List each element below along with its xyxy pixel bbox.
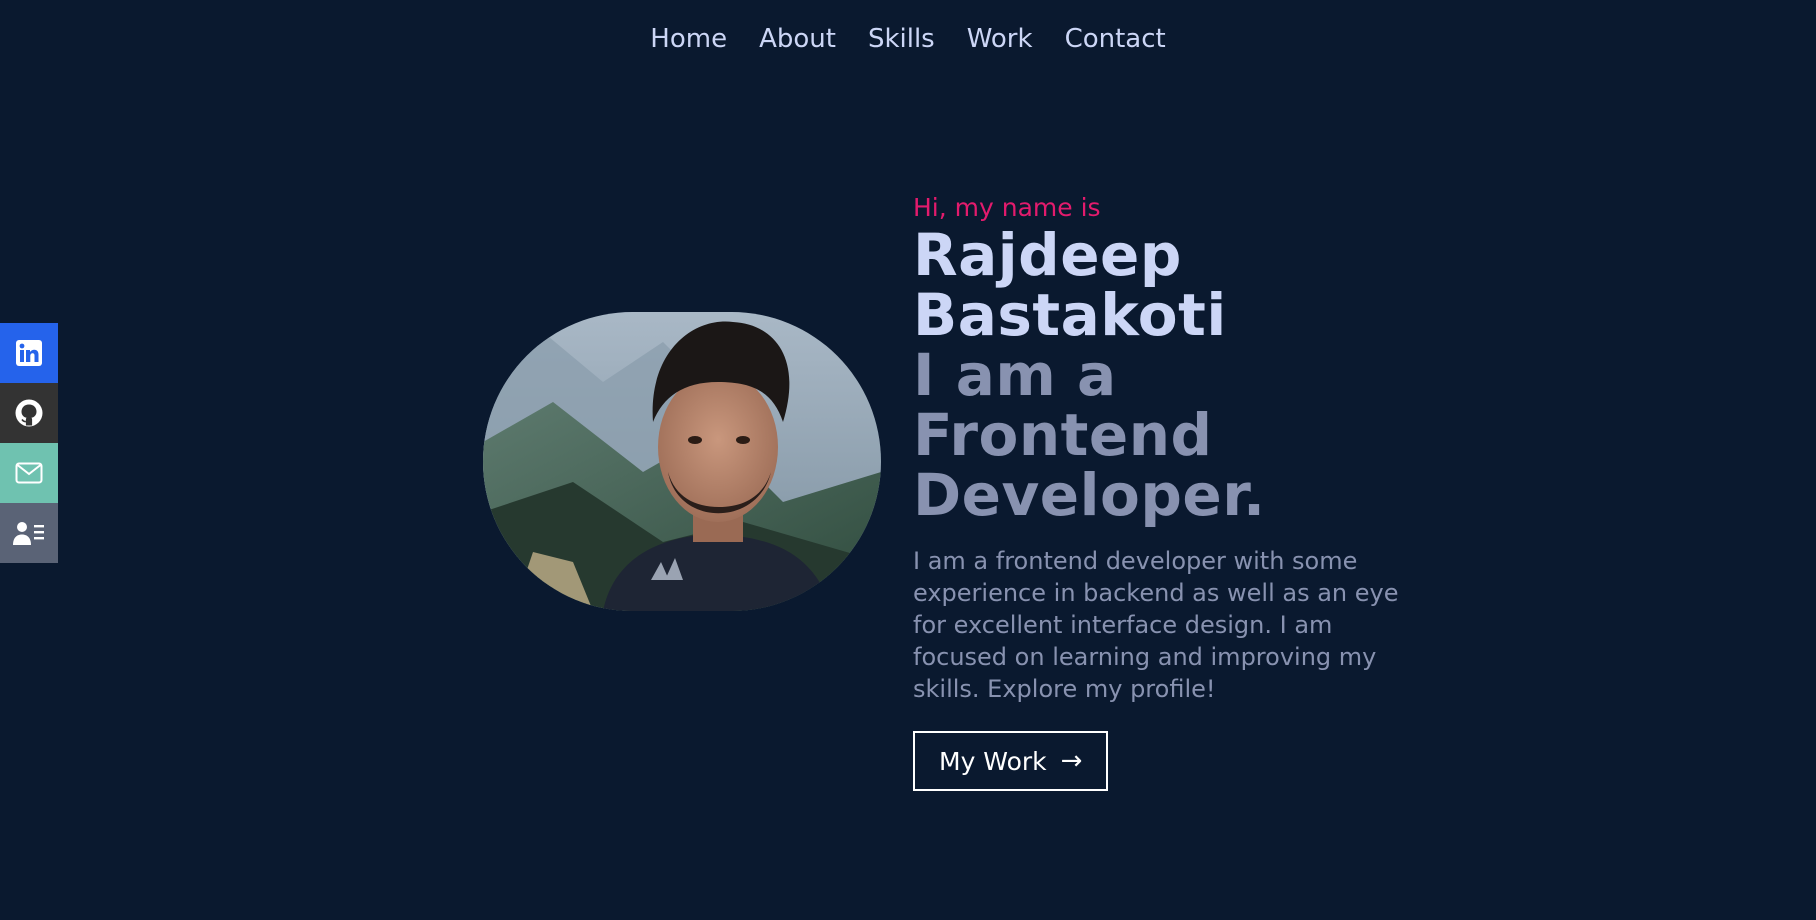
role-line-2: Developer. [913, 461, 1266, 529]
my-work-label: My Work [939, 746, 1047, 776]
linkedin-button[interactable] [0, 323, 58, 383]
github-button[interactable] [0, 383, 58, 443]
name-line-1: Rajdeep [913, 221, 1182, 289]
resume-button[interactable] [0, 503, 58, 563]
hero-section: Hi, my name is Rajdeep Bastakoti I am a … [913, 193, 1433, 791]
nav-work[interactable]: Work [967, 22, 1033, 56]
greeting-text: Hi, my name is [913, 193, 1101, 222]
arrow-right-icon: → [1060, 746, 1083, 776]
hero-role: I am a Frontend Developer. [913, 345, 1433, 525]
mail-button[interactable] [0, 443, 58, 503]
nav-about[interactable]: About [759, 22, 836, 56]
top-nav: Home About Skills Work Contact [0, 22, 1816, 56]
nav-home[interactable]: Home [650, 22, 727, 56]
github-icon [15, 399, 43, 427]
nav-skills[interactable]: Skills [868, 22, 935, 56]
role-line-1: I am a Frontend [913, 341, 1213, 469]
resume-icon [13, 522, 44, 545]
name-line-2: Bastakoti [913, 281, 1227, 349]
my-work-button[interactable]: My Work → [913, 731, 1109, 791]
nav-contact[interactable]: Contact [1065, 22, 1166, 56]
hero-name: Rajdeep Bastakoti [913, 225, 1433, 345]
profile-photo [483, 312, 881, 611]
linkedin-icon [16, 340, 42, 366]
mail-icon [15, 462, 43, 484]
social-sidebar [0, 323, 58, 563]
hero-bio: I am a frontend developer with some expe… [913, 547, 1399, 703]
